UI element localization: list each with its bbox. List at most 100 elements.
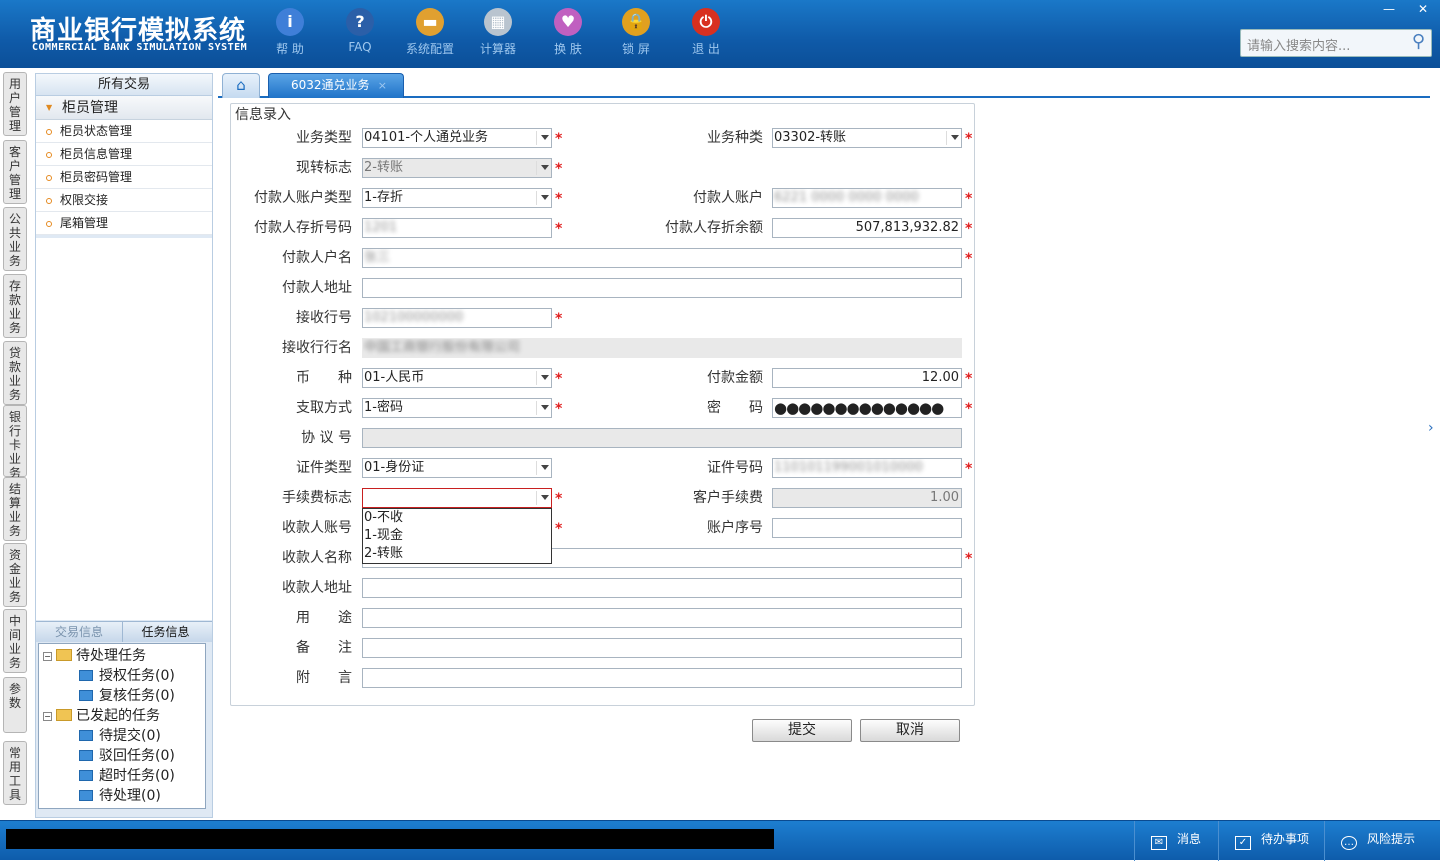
payer-balance-field[interactable]: 507,813,932.82: [772, 218, 962, 238]
search-icon[interactable]: ⚲: [1412, 31, 1425, 52]
tab-6032[interactable]: 6032通兑业务 ×: [268, 73, 404, 98]
tree-node-auth[interactable]: 授权任务(0): [79, 666, 175, 686]
tree-node-rejected[interactable]: 驳回任务(0): [79, 746, 175, 766]
toolbar-toolbox-button[interactable]: ▬ 系统配置: [402, 8, 458, 57]
cust-fee-label: 客户手续费: [693, 490, 763, 506]
select-divider: [536, 371, 537, 385]
module-tab[interactable]: 参数: [3, 677, 27, 733]
biz-type-select[interactable]: 04101-个人通兑业务: [362, 128, 552, 148]
postscript-field[interactable]: [362, 668, 962, 688]
tab-transaction-info[interactable]: 交易信息: [36, 622, 122, 642]
chevron-down-icon[interactable]: [951, 135, 959, 140]
purpose-label: 用 途: [296, 610, 352, 626]
toolbar-power-button[interactable]: ⏻ 退 出: [678, 8, 734, 57]
menu-item[interactable]: 权限交接: [36, 189, 212, 212]
module-tab[interactable]: 存款业务: [3, 274, 27, 338]
field-value: 中国工商银行股份有限公司: [364, 340, 521, 355]
toolbar-skin-button[interactable]: ♥ 换 肤: [540, 8, 596, 57]
option-cash[interactable]: 1-现金: [363, 527, 551, 545]
module-tab[interactable]: 贷款业务: [3, 341, 27, 405]
required-mark: *: [555, 311, 563, 327]
menu-item[interactable]: 柜员信息管理: [36, 143, 212, 166]
module-tab[interactable]: 公共业务: [3, 207, 27, 271]
cancel-button[interactable]: 取消: [860, 719, 960, 742]
menu-item[interactable]: 尾箱管理: [36, 212, 212, 235]
withdraw-select[interactable]: 1-密码: [362, 398, 552, 418]
toolbar-label: 换 肤: [554, 42, 582, 56]
help-icon: i: [276, 8, 304, 36]
collapse-icon[interactable]: −: [43, 652, 52, 661]
payer-book-no-field[interactable]: 1201: [362, 218, 552, 238]
expand-right-icon[interactable]: ›: [1428, 420, 1438, 460]
required-mark: *: [555, 401, 563, 417]
messages-button[interactable]: ✉ 消息: [1134, 821, 1218, 861]
chevron-down-icon[interactable]: [541, 195, 549, 200]
todo-label: 待办事项: [1261, 832, 1310, 846]
payer-acct-field[interactable]: 6221 0000 0000 0000: [772, 188, 962, 208]
payer-addr-field[interactable]: [362, 278, 962, 298]
tree-node-initiated[interactable]: − 已发起的任务: [43, 706, 160, 726]
risk-button[interactable]: … 风险提示: [1324, 821, 1440, 861]
option-transfer[interactable]: 2-转账: [363, 545, 551, 563]
cash-flag-select[interactable]: 2-转账: [362, 158, 552, 178]
chevron-down-icon[interactable]: [541, 165, 549, 170]
acct-seq-field[interactable]: [772, 518, 962, 538]
toolbar-help-button[interactable]: i 帮 助: [262, 8, 318, 57]
menu-item[interactable]: 柜员状态管理: [36, 120, 212, 143]
close-tab-icon[interactable]: ×: [378, 74, 387, 97]
tree-node-pending[interactable]: − 待处理任务: [43, 646, 146, 666]
id-type-select[interactable]: 01-身份证: [362, 458, 552, 478]
chevron-down-icon[interactable]: [541, 495, 549, 500]
module-tab[interactable]: 资金业务: [3, 543, 27, 607]
todo-button[interactable]: ✓ 待办事项: [1218, 821, 1324, 861]
tree-node-to-submit[interactable]: 待提交(0): [79, 726, 161, 746]
chevron-down-icon[interactable]: [541, 375, 549, 380]
tree-node-review[interactable]: 复核任务(0): [79, 686, 175, 706]
all-transactions-header[interactable]: 所有交易: [36, 74, 212, 96]
minimize-button[interactable]: —: [1372, 0, 1406, 18]
module-tab[interactable]: 银行卡业务: [3, 405, 27, 480]
payee-addr-field[interactable]: [362, 578, 962, 598]
tree-node-timeout[interactable]: 超时任务(0): [79, 766, 175, 786]
collapse-icon[interactable]: −: [43, 712, 52, 721]
toolbar-lock-button[interactable]: 🔒 锁 屏: [608, 8, 664, 57]
tree-node-to-process[interactable]: 待处理(0): [79, 786, 161, 806]
module-tab[interactable]: 结算业务: [3, 477, 27, 541]
field-value: 12.00: [921, 370, 959, 385]
required-mark: *: [965, 551, 973, 567]
option-no-fee[interactable]: 0-不收: [363, 509, 551, 527]
module-tab[interactable]: 用户管理: [3, 72, 27, 136]
menu-item[interactable]: 柜员密码管理: [36, 166, 212, 189]
module-tab[interactable]: 客户管理: [3, 140, 27, 204]
recv-bank-no-field[interactable]: 102100000000: [362, 308, 552, 328]
chevron-down-icon[interactable]: [541, 135, 549, 140]
remark-field[interactable]: [362, 638, 962, 658]
submit-button[interactable]: 提交: [752, 719, 852, 742]
fee-flag-select[interactable]: [362, 488, 552, 508]
transaction-panel: 所有交易 柜员管理 柜员状态管理柜员信息管理柜员密码管理权限交接尾箱管理 交易信…: [35, 73, 213, 818]
toolbar-faq-button[interactable]: ? FAQ: [332, 8, 388, 54]
close-button[interactable]: ✕: [1406, 0, 1440, 18]
field-value: 6221 0000 0000 0000: [774, 190, 919, 205]
module-tab[interactable]: 常用工具: [3, 741, 27, 805]
payer-acct-type-select[interactable]: 1-存折: [362, 188, 552, 208]
cash-flag-label: 现转标志: [296, 160, 352, 176]
password-label: 密 码: [707, 400, 763, 416]
amount-field[interactable]: 12.00: [772, 368, 962, 388]
biz-kind-select[interactable]: 03302-转账: [772, 128, 962, 148]
home-tab[interactable]: ⌂: [222, 73, 260, 98]
toolbar-calculator-button[interactable]: ▦ 计算器: [470, 8, 526, 57]
group-teller-management[interactable]: 柜员管理: [36, 96, 212, 120]
password-field[interactable]: ●●●●●●●●●●●●●●: [772, 398, 962, 418]
id-no-field[interactable]: 110101199001010000: [772, 458, 962, 478]
chevron-down-icon[interactable]: [541, 405, 549, 410]
payer-name-field[interactable]: 张三: [362, 248, 962, 268]
module-tab[interactable]: 中间业务: [3, 609, 27, 673]
search-input[interactable]: 请输入搜索内容... ⚲: [1240, 29, 1432, 57]
chevron-down-icon[interactable]: [541, 465, 549, 470]
purpose-field[interactable]: [362, 608, 962, 628]
currency-select[interactable]: 01-人民币: [362, 368, 552, 388]
task-tree: − 待处理任务 授权任务(0) 复核任务(0) − 已发起的任务 待提交(0) 驳回…: [38, 643, 206, 809]
toolbar-label: 系统配置: [405, 42, 454, 56]
select-divider: [536, 131, 537, 145]
